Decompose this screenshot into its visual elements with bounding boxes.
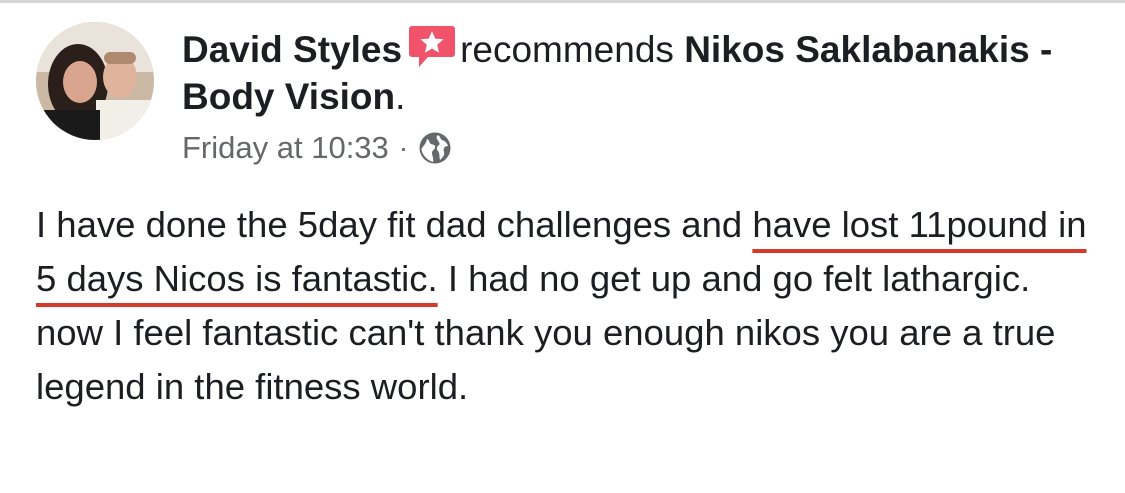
globe-icon[interactable] [418, 131, 452, 165]
star-speech-bubble-icon [409, 26, 456, 67]
meta-separator: · [398, 132, 409, 163]
author-name[interactable]: David Styles [182, 29, 402, 70]
avatar[interactable] [36, 22, 154, 140]
recommendation-post: David Styles recommends Nikos Saklabanak… [0, 0, 1125, 493]
post-meta: Friday at 10:33 · [182, 128, 452, 168]
header-period: . [395, 76, 406, 117]
timestamp[interactable]: Friday at 10:33 [182, 128, 389, 168]
post-text-before: I have done the 5day fit dad challenges … [36, 204, 753, 245]
post-header: David Styles recommends Nikos Saklabanak… [182, 24, 1102, 120]
recommends-verb: recommends [460, 29, 674, 70]
post-body: I have done the 5day fit dad challenges … [36, 198, 1096, 414]
